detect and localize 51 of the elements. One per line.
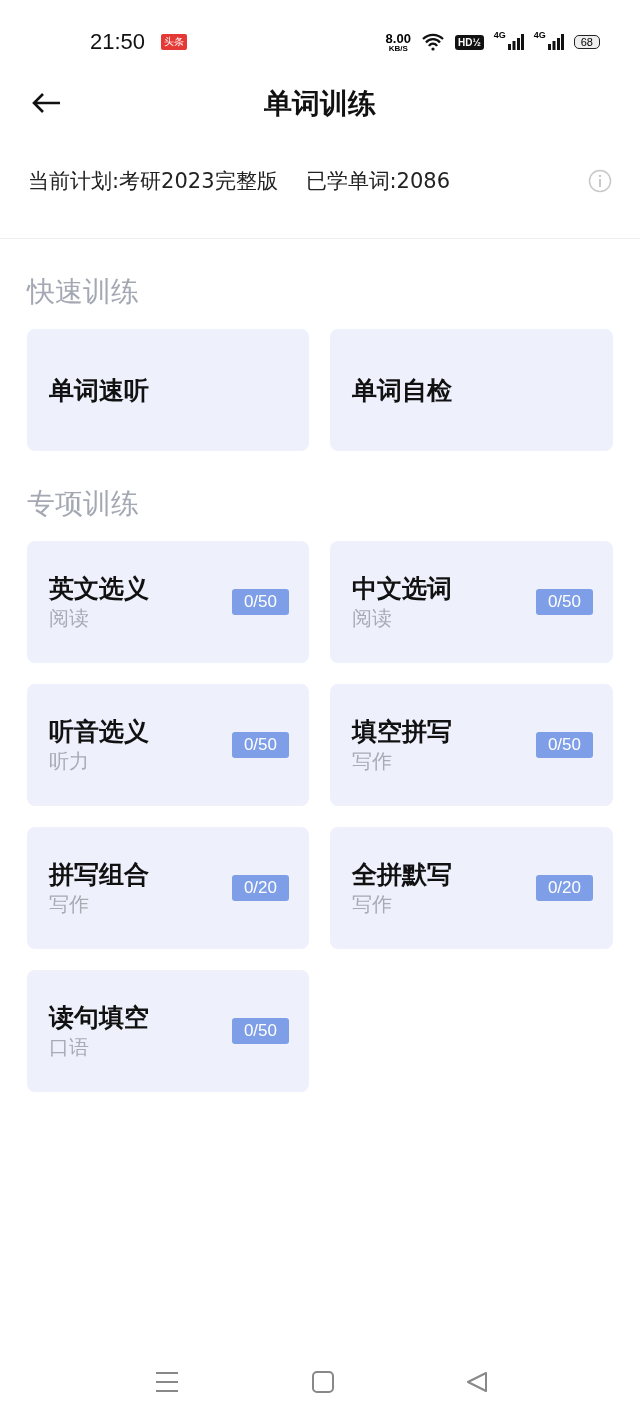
training-card[interactable]: 英文选义 阅读 0/50 — [27, 541, 309, 663]
learned-words: 已学单词:2086 — [305, 168, 451, 195]
clock: 21:50 — [90, 29, 146, 55]
app-badge: 头条 — [161, 34, 188, 50]
progress-badge: 0/50 — [535, 589, 593, 615]
card-title: 单词自检 — [352, 374, 453, 407]
card-title: 中文选词 — [352, 573, 453, 605]
card-subtitle: 写作 — [49, 891, 90, 918]
training-card[interactable]: 中文选词 阅读 0/50 — [330, 541, 613, 663]
menu-icon[interactable] — [155, 1371, 179, 1393]
network-speed: 8.00 — [385, 31, 411, 45]
card-subtitle: 阅读 — [49, 605, 90, 632]
hd-indicator: HD½ — [454, 34, 484, 50]
signal-icon — [507, 34, 524, 50]
current-plan: 当前计划:考研2023完整版 — [28, 168, 278, 195]
network-type: 4G — [493, 30, 506, 40]
training-card[interactable]: 填空拼写 写作 0/50 — [330, 684, 613, 806]
network-type: 4G — [533, 30, 546, 40]
card-subtitle: 写作 — [352, 748, 393, 775]
back-icon[interactable] — [466, 1371, 488, 1393]
progress-badge: 0/50 — [535, 732, 593, 758]
battery-level: 68 — [573, 35, 600, 49]
card-title: 读句填空 — [49, 1002, 150, 1034]
progress-badge: 0/20 — [535, 875, 593, 901]
training-card[interactable]: 单词速听 — [27, 329, 309, 451]
signal-icon — [547, 34, 564, 50]
speed-unit: KB/S — [388, 44, 408, 53]
wifi-icon — [420, 33, 445, 51]
training-card[interactable]: 听音选义 听力 0/50 — [27, 684, 309, 806]
card-subtitle: 写作 — [352, 891, 393, 918]
card-subtitle: 口语 — [49, 1034, 90, 1061]
card-subtitle: 听力 — [49, 748, 90, 775]
card-title: 填空拼写 — [352, 716, 453, 748]
training-card[interactable]: 全拼默写 写作 0/20 — [330, 827, 613, 949]
card-title: 全拼默写 — [352, 859, 453, 891]
card-title: 英文选义 — [49, 573, 150, 605]
card-title: 拼写组合 — [49, 859, 150, 891]
card-title: 听音选义 — [49, 716, 150, 748]
home-icon[interactable] — [311, 1371, 334, 1393]
progress-badge: 0/50 — [231, 1018, 289, 1044]
progress-badge: 0/20 — [231, 875, 289, 901]
training-card[interactable]: 读句填空 口语 0/50 — [27, 970, 309, 1092]
card-subtitle: 阅读 — [352, 605, 393, 632]
page-title: 单词训练 — [264, 86, 376, 122]
training-card[interactable]: 拼写组合 写作 0/20 — [27, 827, 309, 949]
card-title: 单词速听 — [49, 374, 150, 407]
progress-badge: 0/50 — [231, 589, 289, 615]
section-title: 专项训练 — [27, 486, 140, 522]
section-title: 快速训练 — [27, 274, 140, 310]
training-card[interactable]: 单词自检 — [330, 329, 613, 451]
progress-badge: 0/50 — [231, 732, 289, 758]
